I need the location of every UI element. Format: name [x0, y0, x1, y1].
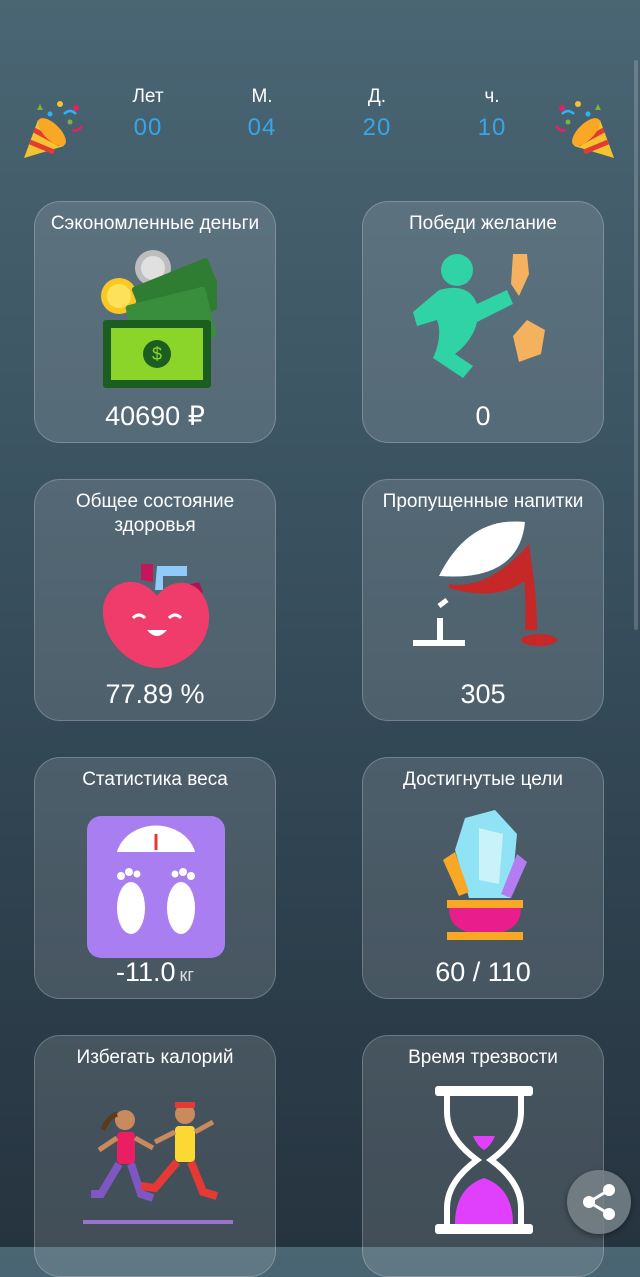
card-value: 40690 ₽ — [105, 401, 205, 431]
hours-counter: ч. 10 — [442, 86, 542, 142]
party-popper-icon — [554, 101, 614, 158]
months-value: 04 — [247, 114, 277, 141]
trophy-crystal-icon — [443, 810, 527, 940]
saved-money-card[interactable]: Сэкономленные деньги $ 40690 ₽ — [34, 201, 276, 443]
card-title: Победи желание — [409, 213, 557, 234]
weight-stats-card[interactable]: Статистика веса -11.0 кг — [34, 757, 276, 999]
runners-icon — [83, 1102, 233, 1224]
card-title: Пропущенные напитки — [382, 491, 584, 512]
skipped-drinks-card[interactable]: Пропущенные напитки 305 — [362, 479, 604, 721]
share-button[interactable] — [567, 1170, 631, 1234]
sobriety-counter: Лет 00 М. 04 Д. 20 ч. 10 — [0, 86, 640, 158]
card-title: Избегать калорий — [76, 1047, 234, 1068]
heart-icon — [102, 564, 210, 668]
svg-text:$: $ — [152, 344, 162, 364]
general-health-card[interactable]: Общее состояние здоровья 77.89 % — [34, 479, 276, 721]
defeat-desire-card[interactable]: Победи желание 0 — [362, 201, 604, 443]
kick-bottle-icon — [413, 254, 545, 378]
money-icon: $ — [101, 250, 217, 388]
days-label: Д. — [367, 86, 387, 107]
card-title: Достигнутые цели — [403, 769, 563, 790]
scale-icon — [87, 816, 225, 958]
card-title: Сэкономленные деньги — [50, 213, 260, 234]
card-value: 305 — [460, 679, 506, 709]
years-counter: Лет 00 — [98, 86, 198, 142]
share-icon — [583, 1184, 615, 1220]
spilled-wine-icon — [413, 521, 557, 646]
months-label: М. — [251, 86, 273, 107]
weight-value: -11.0 — [116, 957, 176, 987]
party-popper-icon — [24, 101, 84, 158]
card-value: 0 — [475, 401, 491, 431]
card-value: 77.89 % — [105, 679, 205, 709]
card-value: -11.0 кг — [35, 957, 275, 988]
avoid-calories-card[interactable]: Избегать калорий — [34, 1035, 276, 1277]
card-value: 60 / 110 — [435, 957, 531, 987]
card-title: Время трезвости — [408, 1047, 558, 1068]
sobriety-time-card[interactable]: Время трезвости — [362, 1035, 604, 1277]
card-title: Общее состояние здоровья — [75, 491, 235, 536]
months-counter: М. 04 — [212, 86, 312, 142]
hourglass-icon — [435, 1086, 533, 1234]
hours-value: 10 — [477, 114, 507, 141]
goals-achieved-card[interactable]: Достигнутые цели 60 / 110 — [362, 757, 604, 999]
days-value: 20 — [362, 114, 392, 141]
years-value: 00 — [133, 114, 163, 141]
years-label: Лет — [132, 86, 164, 107]
weight-unit: кг — [179, 965, 194, 985]
card-title: Статистика веса — [82, 769, 228, 790]
days-counter: Д. 20 — [327, 86, 427, 142]
hours-label: ч. — [484, 86, 500, 107]
